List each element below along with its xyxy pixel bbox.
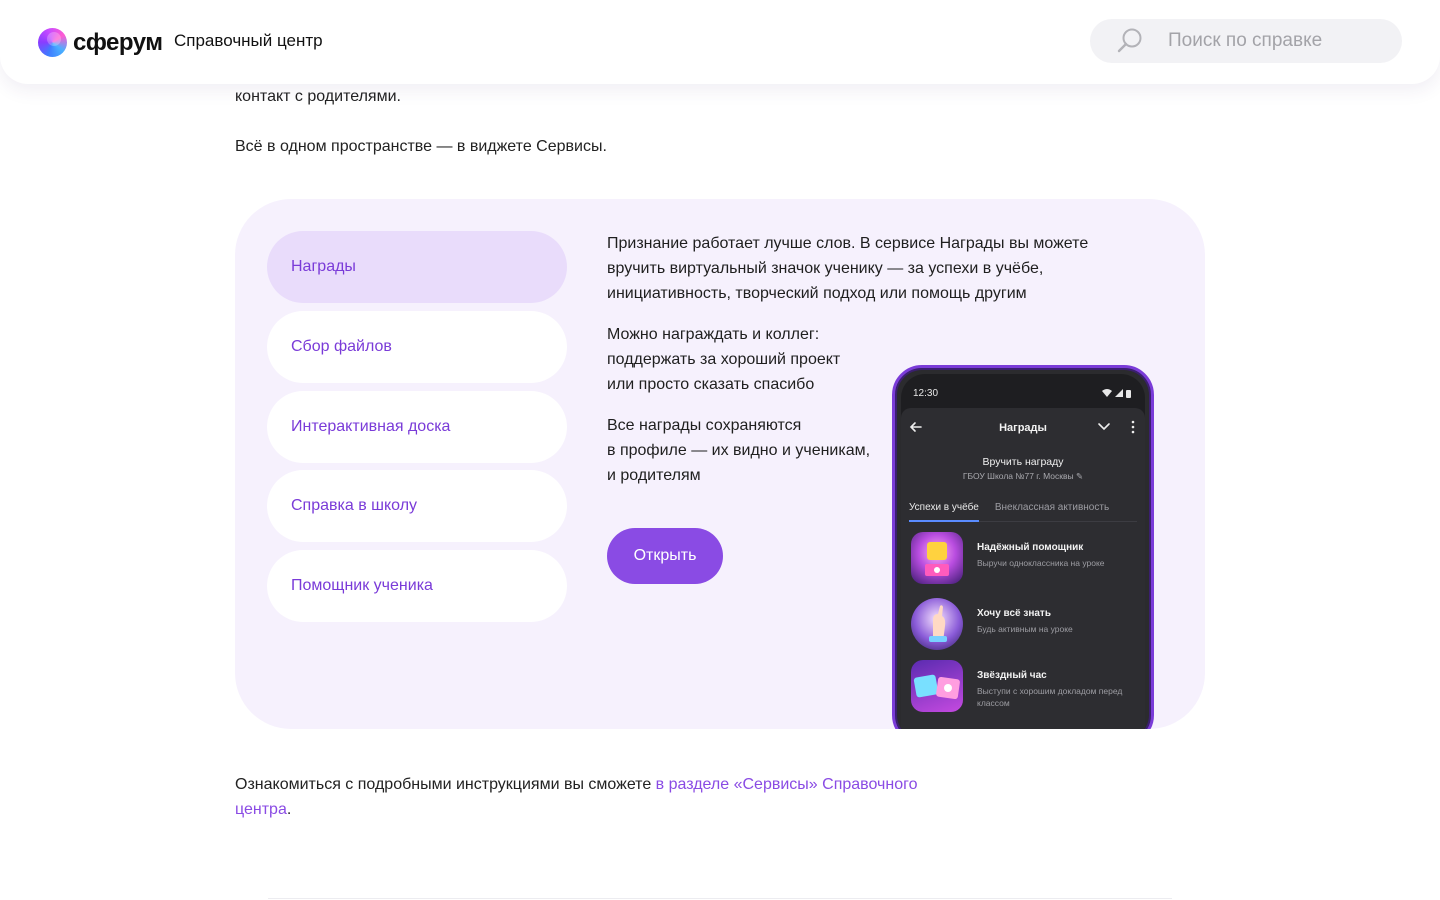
school-name-text: ГБОУ Школа №77 г. Москвы	[962, 471, 1074, 481]
description-line: инициативность, творческий подход или по…	[607, 285, 1027, 302]
description-paragraph-1: Признание работает лучше слов. В сервисе…	[607, 231, 1088, 306]
phone-mockup: 12:30 Награды Вручить награду ГБОУ Школа…	[892, 365, 1154, 729]
back-arrow-icon[interactable]	[909, 420, 923, 434]
award-subtitle: Выручи одноклассника на уроке	[977, 558, 1105, 568]
description-line: и родителям	[607, 467, 701, 484]
open-button[interactable]: Открыть	[607, 528, 723, 584]
star-hour-badge-icon	[911, 660, 963, 712]
tab-label: Награды	[291, 258, 356, 275]
award-subtitle: Выступи с хорошим докладом перед классом	[977, 686, 1123, 708]
chevron-down-icon[interactable]	[1097, 422, 1111, 432]
description-line: или просто сказать спасибо	[607, 376, 815, 393]
description-paragraph-3: Все награды сохраняются в профиле — их в…	[607, 413, 870, 488]
phone-screen: 12:30 Награды Вручить награду ГБОУ Школа…	[901, 374, 1145, 729]
wifi-icon	[1102, 389, 1112, 397]
award-text: Надёжный помощник Выручи одноклассника н…	[977, 532, 1105, 569]
more-vertical-icon[interactable]	[1131, 420, 1135, 434]
award-subtitle: Будь активным на уроке	[977, 624, 1073, 634]
description-line: Все награды сохраняются	[607, 417, 802, 434]
app-screen: Награды Вручить награду ГБОУ Школа №77 г…	[901, 408, 1145, 729]
sferum-logo-icon	[38, 28, 67, 57]
status-icons	[1102, 389, 1131, 398]
instructions-paragraph: Ознакомиться с подробными инструкциями в…	[235, 772, 935, 822]
search-input[interactable]	[1168, 30, 1388, 52]
puzzle-badge-icon	[911, 532, 963, 584]
description-line: Можно награждать и коллег:	[607, 326, 820, 343]
description-line: Признание работает лучше слов. В сервисе…	[607, 235, 1089, 252]
award-title: Надёжный помощник	[977, 542, 1084, 553]
intro-text: Всё в одном пространстве — в виджете Сер…	[235, 138, 607, 155]
award-text: Хочу всё знать Будь активным на уроке	[977, 598, 1073, 635]
tab-label: Сбор файлов	[291, 338, 392, 355]
status-time: 12:30	[913, 387, 939, 399]
tab-label: Интерактивная доска	[291, 418, 451, 435]
phone-tab-extracurricular[interactable]: Внеклассная активность	[995, 498, 1109, 521]
tab-student-assistant[interactable]: Помощник ученика	[267, 550, 567, 622]
battery-icon	[1126, 389, 1131, 398]
award-item[interactable]: Хочу всё знать Будь активным на уроке	[911, 598, 1137, 654]
tab-label: Помощник ученика	[291, 577, 433, 594]
app-screen-title: Награды	[999, 422, 1047, 434]
pencil-icon[interactable]: ✎	[1076, 471, 1083, 481]
search-icon[interactable]	[1116, 27, 1144, 55]
tab-school-certificate[interactable]: Справка в школу	[267, 470, 567, 542]
phone-tab-academic[interactable]: Успехи в учёбе	[909, 498, 979, 522]
tab-file-collection[interactable]: Сбор файлов	[267, 311, 567, 383]
divider	[268, 898, 1172, 899]
help-center-title[interactable]: Справочный центр	[174, 31, 323, 51]
description-paragraph-2: Можно награждать и коллег: поддержать за…	[607, 322, 840, 397]
raised-hand-badge-icon	[911, 598, 963, 650]
description-line: в профиле — их видно и ученикам,	[607, 442, 871, 459]
award-category-tabs: Успехи в учёбе Внеклассная активность	[909, 498, 1137, 522]
instructions-period: .	[286, 801, 292, 818]
description-line: поддержать за хороший проект	[607, 351, 841, 368]
instructions-text: Ознакомиться с подробными инструкциями в…	[235, 776, 656, 793]
status-bar: 12:30	[913, 386, 1131, 400]
search-box[interactable]	[1090, 19, 1402, 63]
logo[interactable]: сферум	[38, 28, 163, 57]
tab-interactive-board[interactable]: Интерактивная доска	[267, 391, 567, 463]
award-title: Хочу всё знать	[977, 608, 1051, 619]
give-award-title: Вручить награду	[982, 456, 1064, 468]
award-title: Звёздный час	[977, 670, 1047, 681]
services-widget: Награды Сбор файлов Интерактивная доска …	[235, 199, 1205, 729]
tab-label: Справка в школу	[291, 497, 418, 514]
award-item[interactable]: Надёжный помощник Выручи одноклассника н…	[911, 532, 1137, 588]
description-line: вручить виртуальный значок ученику — за …	[607, 260, 1044, 277]
signal-icon	[1115, 389, 1123, 397]
site-header: сферум Справочный центр	[0, 0, 1440, 84]
app-bar: Награды	[901, 408, 1145, 448]
school-name[interactable]: ГБОУ Школа №77 г. Москвы ✎	[901, 471, 1145, 482]
intro-text-tail: контакт с родителями.	[235, 88, 401, 105]
logo-text: сферум	[73, 28, 163, 56]
tab-awards[interactable]: Награды	[267, 231, 567, 303]
award-text: Звёздный час Выступи с хорошим докладом …	[977, 660, 1137, 709]
award-item[interactable]: Звёздный час Выступи с хорошим докладом …	[911, 660, 1137, 716]
